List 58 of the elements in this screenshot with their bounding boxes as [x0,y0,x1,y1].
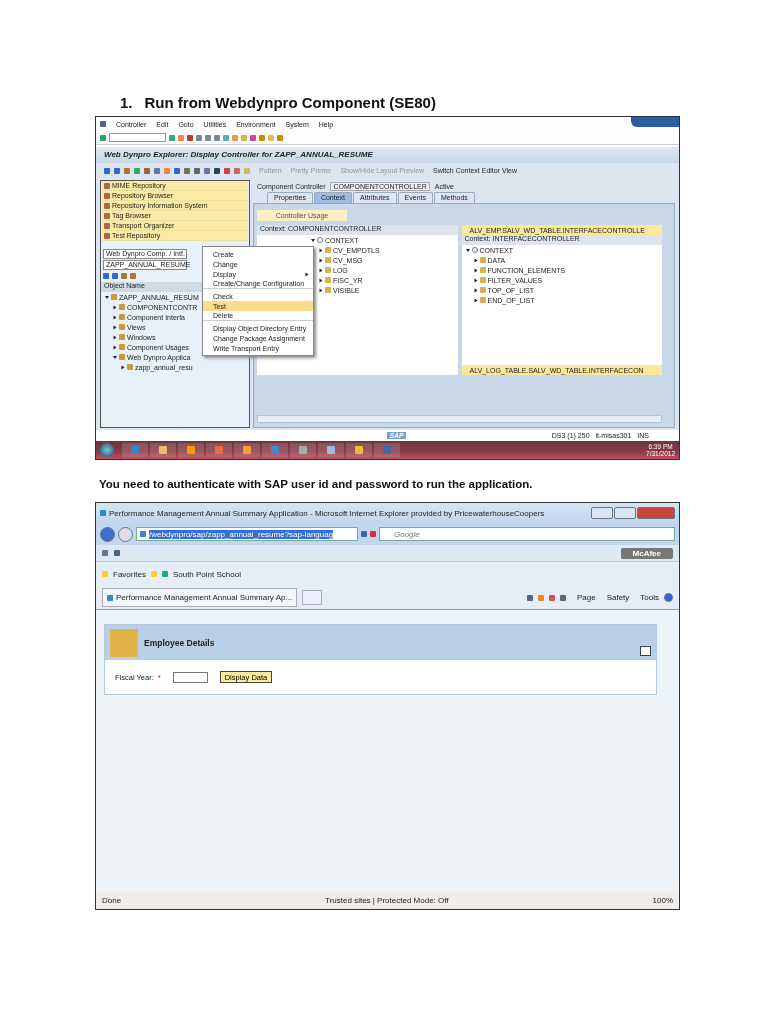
browser-tab[interactable]: Performance Management Annual Summary Ap... [102,588,298,607]
status-text: Done [102,896,122,905]
collapsed-icon[interactable] [319,278,323,282]
scrollbar[interactable] [257,415,662,423]
taskbar-button[interactable] [206,443,232,457]
forward-button[interactable] [118,526,133,542]
collapsed-icon[interactable] [474,268,477,272]
expanded-icon[interactable] [311,238,315,242]
collapsed-icon[interactable] [113,325,117,329]
window-title: Performance Management Annual Summary Application - Microsoft Internet Explorer provided by PricewaterhouseCoopers [109,508,545,518]
expanded-icon[interactable] [465,248,470,252]
submenu-icon [305,272,309,276]
command-menu[interactable]: Safety [606,593,630,602]
circle-icon [317,237,323,243]
new-tab-button[interactable] [302,590,323,605]
collapsed-icon[interactable] [121,365,125,369]
favorite-link[interactable]: South Point School [172,569,241,579]
minimize-button[interactable] [640,645,651,656]
paragraph: You need to authenticate with SAP user id and password to run the application. [99,478,534,492]
collapsed-icon[interactable] [319,258,323,262]
fiscal-year-field[interactable] [172,671,208,683]
zoom-level[interactable]: 100% [652,896,673,905]
collapsed-icon[interactable] [113,345,117,349]
collapsed-icon[interactable] [474,288,477,292]
command-menu[interactable]: Page [576,593,596,602]
search-field[interactable]: Google [379,527,675,541]
command-menu[interactable]: Tools [640,593,659,602]
collapsed-icon[interactable] [319,268,323,272]
collapsed-icon[interactable] [474,298,477,302]
collapsed-icon[interactable] [113,305,117,309]
expanded-icon[interactable] [105,295,109,299]
heading: Run from Webdynpro Component (SE80) [144,93,436,111]
taskbar-button[interactable] [178,443,204,457]
favorites-button[interactable]: Favorites [113,569,146,579]
heading-number: 1. [120,93,133,111]
panel-title: Employee Details [144,637,215,648]
collapsed-icon[interactable] [319,288,323,292]
taskbar-button[interactable] [318,443,344,457]
taskbar-button[interactable] [290,443,316,457]
collapsed-icon[interactable] [474,278,477,282]
screen-title: Web Dynpro Explorer: Display Controller for ZAPP_ANNUAL_RESUME [96,147,679,163]
taskbar-button[interactable] [150,443,176,457]
collapsed-icon[interactable] [474,258,477,262]
command-field[interactable] [109,133,166,142]
taskbar-button[interactable] [346,443,372,457]
collapsed-icon[interactable] [113,315,117,319]
mcafee-button[interactable]: McAfee [620,547,673,559]
window-controls[interactable] [631,117,679,127]
expanded-icon[interactable] [113,355,117,359]
collapsed-icon[interactable] [319,248,323,252]
circle-icon [471,247,478,253]
maximize-button[interactable] [614,507,636,519]
collapsed-icon[interactable] [113,335,117,339]
security-zone: Trusted sites | Protected Mode: Off [325,896,449,905]
address-field[interactable]: /webdynpro/sap/zapp_annual_resume?sap-languag [136,527,358,541]
back-button[interactable] [100,526,115,542]
taskbar-button[interactable] [234,443,260,457]
start-button[interactable] [100,443,114,457]
